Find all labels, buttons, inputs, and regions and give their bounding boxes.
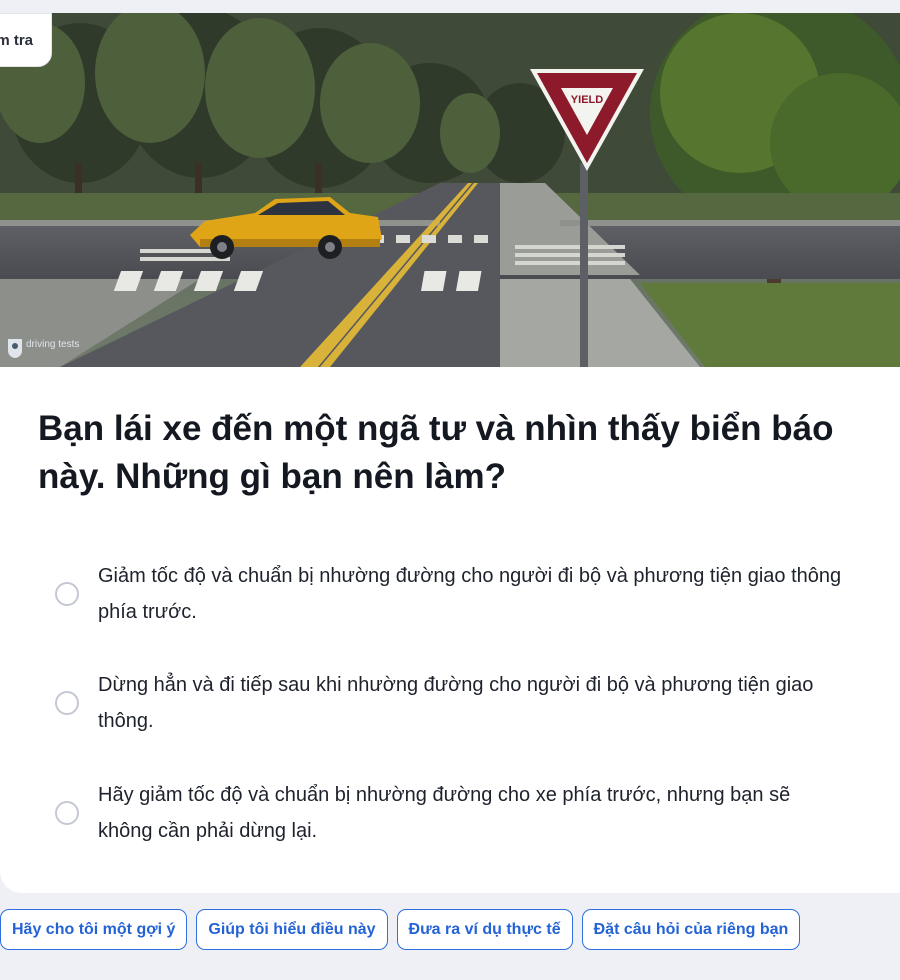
question-card: YIELD driving tests m tra Bạn lái xe đến… <box>0 13 900 893</box>
radio-button[interactable] <box>55 801 79 825</box>
ai-help-actions: Hãy cho tôi một gợi ý Giúp tôi hiểu điều… <box>0 909 801 950</box>
watermark-text: driving tests <box>26 339 79 350</box>
ask-own-question-button[interactable]: Đặt câu hỏi của riêng bạn <box>581 909 801 950</box>
yield-sign-text: YIELD <box>571 94 603 106</box>
radio-button[interactable] <box>55 582 79 606</box>
test-mode-badge[interactable]: m tra <box>0 13 52 67</box>
test-mode-badge-label: m tra <box>0 31 33 49</box>
question-text: Bạn lái xe đến một ngã tư và nhìn thấy b… <box>38 409 834 496</box>
question-image: YIELD driving tests <box>0 13 900 367</box>
answer-option-text: Giảm tốc độ và chuẩn bị nhường đường cho… <box>98 565 842 623</box>
answer-option-text: Hãy giảm tốc độ và chuẩn bị nhường đường… <box>98 784 791 842</box>
answer-option-1[interactable]: Giảm tốc độ và chuẩn bị nhường đường cho… <box>55 558 855 630</box>
radio-button[interactable] <box>55 691 79 715</box>
answer-option-2[interactable]: Dừng hẳn và đi tiếp sau khi nhường đường… <box>55 667 855 739</box>
answer-option-3[interactable]: Hãy giảm tốc độ và chuẩn bị nhường đường… <box>55 777 855 849</box>
real-example-button[interactable]: Đưa ra ví dụ thực tế <box>396 909 573 950</box>
intersection-scene: YIELD driving tests <box>0 13 900 367</box>
driving-tests-logo-icon <box>8 339 22 358</box>
answer-option-text: Dừng hẳn và đi tiếp sau khi nhường đường… <box>98 674 814 732</box>
explain-button[interactable]: Giúp tôi hiểu điều này <box>196 909 388 950</box>
hint-button[interactable]: Hãy cho tôi một gợi ý <box>0 909 188 950</box>
